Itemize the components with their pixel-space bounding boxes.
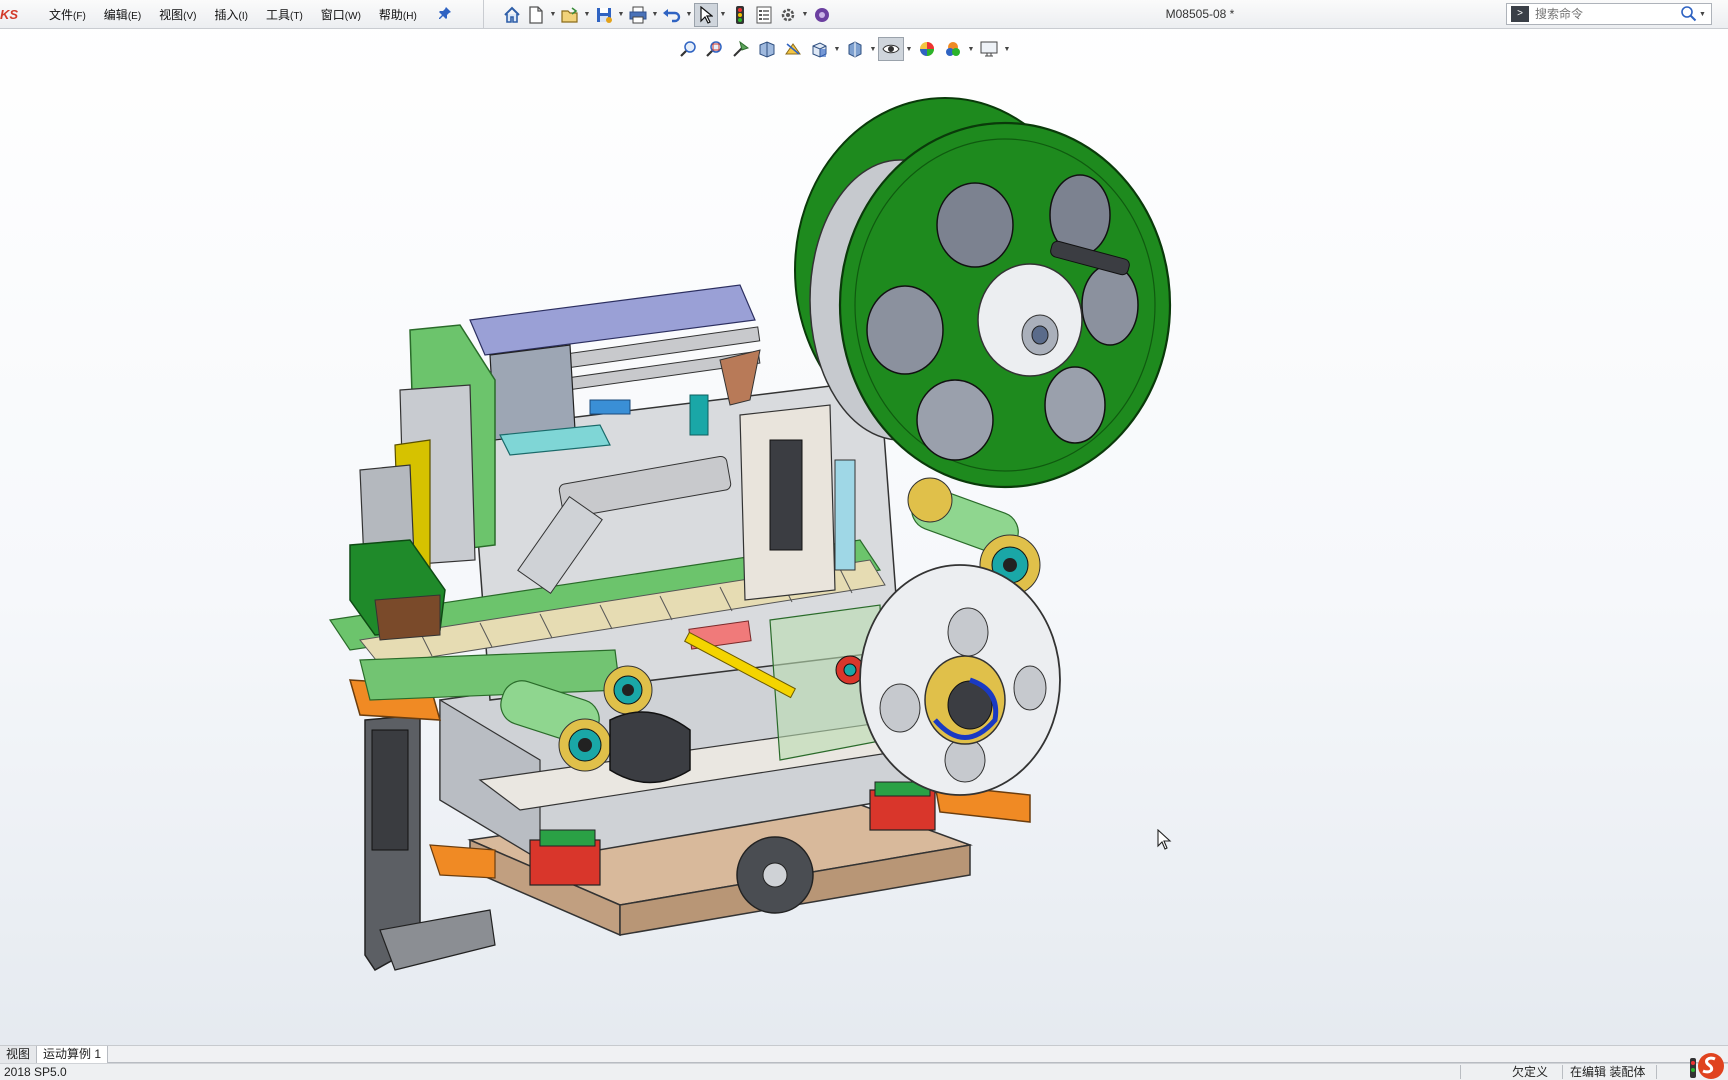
chevron-down-icon[interactable]: ▼: [548, 3, 558, 27]
editing-status: 在编辑 装配体: [1570, 1065, 1646, 1079]
chevron-down-icon[interactable]: ▼: [650, 3, 660, 27]
menu-insert[interactable]: 插入(I): [206, 4, 257, 26]
guide-block[interactable]: [529, 839, 601, 886]
search-input[interactable]: [1529, 7, 1679, 21]
definition-status: 欠定义: [1512, 1065, 1549, 1079]
menu-file[interactable]: 文件(F): [40, 4, 95, 26]
tab-view[interactable]: 视图: [0, 1046, 38, 1063]
standard-toolbar: ▼ ▼ ▼ ▼ ▼ ▼ ▼: [500, 2, 834, 27]
mouse-cursor-icon: [1157, 829, 1172, 850]
white-reel[interactable]: [859, 564, 1061, 796]
save-icon[interactable]: [592, 3, 616, 27]
assembly-model[interactable]: [0, 29, 1728, 1045]
graphics-viewport[interactable]: [0, 29, 1728, 1045]
title-toolbar-bar: KS 文件(F) 编辑(E) 视图(V) 插入(I) 工具(T) 窗口(W) 帮…: [0, 0, 1728, 29]
select-icon[interactable]: [694, 2, 718, 27]
open-icon[interactable]: [558, 3, 582, 27]
command-prompt-icon: >: [1511, 6, 1529, 22]
print-icon[interactable]: [626, 3, 650, 27]
chevron-down-icon[interactable]: ▼: [582, 3, 592, 27]
chevron-down-icon[interactable]: ▼: [718, 3, 728, 27]
undo-icon[interactable]: [660, 3, 684, 27]
menu-edit[interactable]: 编辑(E): [95, 4, 150, 26]
menu-help[interactable]: 帮助(H): [370, 4, 426, 26]
menu-bar: KS 文件(F) 编辑(E) 视图(V) 插入(I) 工具(T) 窗口(W) 帮…: [0, 0, 484, 29]
chevron-down-icon[interactable]: ▼: [684, 3, 694, 27]
menu-tools[interactable]: 工具(T): [257, 4, 312, 26]
version-label: 2018 SP5.0: [4, 1065, 67, 1079]
home-icon[interactable]: [500, 3, 524, 27]
document-title: M08505-08 *: [1165, 7, 1235, 21]
pin-icon[interactable]: [438, 6, 452, 23]
add-in-icon[interactable]: [810, 3, 834, 27]
chevron-down-icon[interactable]: ▼: [1699, 11, 1706, 18]
search-icon[interactable]: [1679, 4, 1699, 24]
bottom-tabs-bar: 视图 运动算例 1: [0, 1045, 1728, 1063]
menu-window[interactable]: 窗口(W): [312, 4, 370, 26]
motor[interactable]: [609, 711, 691, 784]
chevron-down-icon[interactable]: ▼: [616, 3, 626, 27]
file-properties-icon[interactable]: [752, 3, 776, 27]
menu-view[interactable]: 视图(V): [150, 4, 205, 26]
status-bar: 2018 SP5.0 欠定义 在编辑 装配体: [0, 1063, 1728, 1080]
search-command-box[interactable]: > ▼: [1506, 3, 1712, 25]
options-icon[interactable]: [776, 3, 800, 27]
new-document-icon[interactable]: [524, 3, 548, 27]
app-logo: KS: [0, 7, 18, 22]
tab-motion-study-1[interactable]: 运动算例 1: [37, 1046, 109, 1063]
chevron-down-icon[interactable]: ▼: [800, 3, 810, 27]
rebuild-icon[interactable]: [728, 3, 752, 27]
solidworks-logo-icon[interactable]: [1690, 1050, 1724, 1080]
